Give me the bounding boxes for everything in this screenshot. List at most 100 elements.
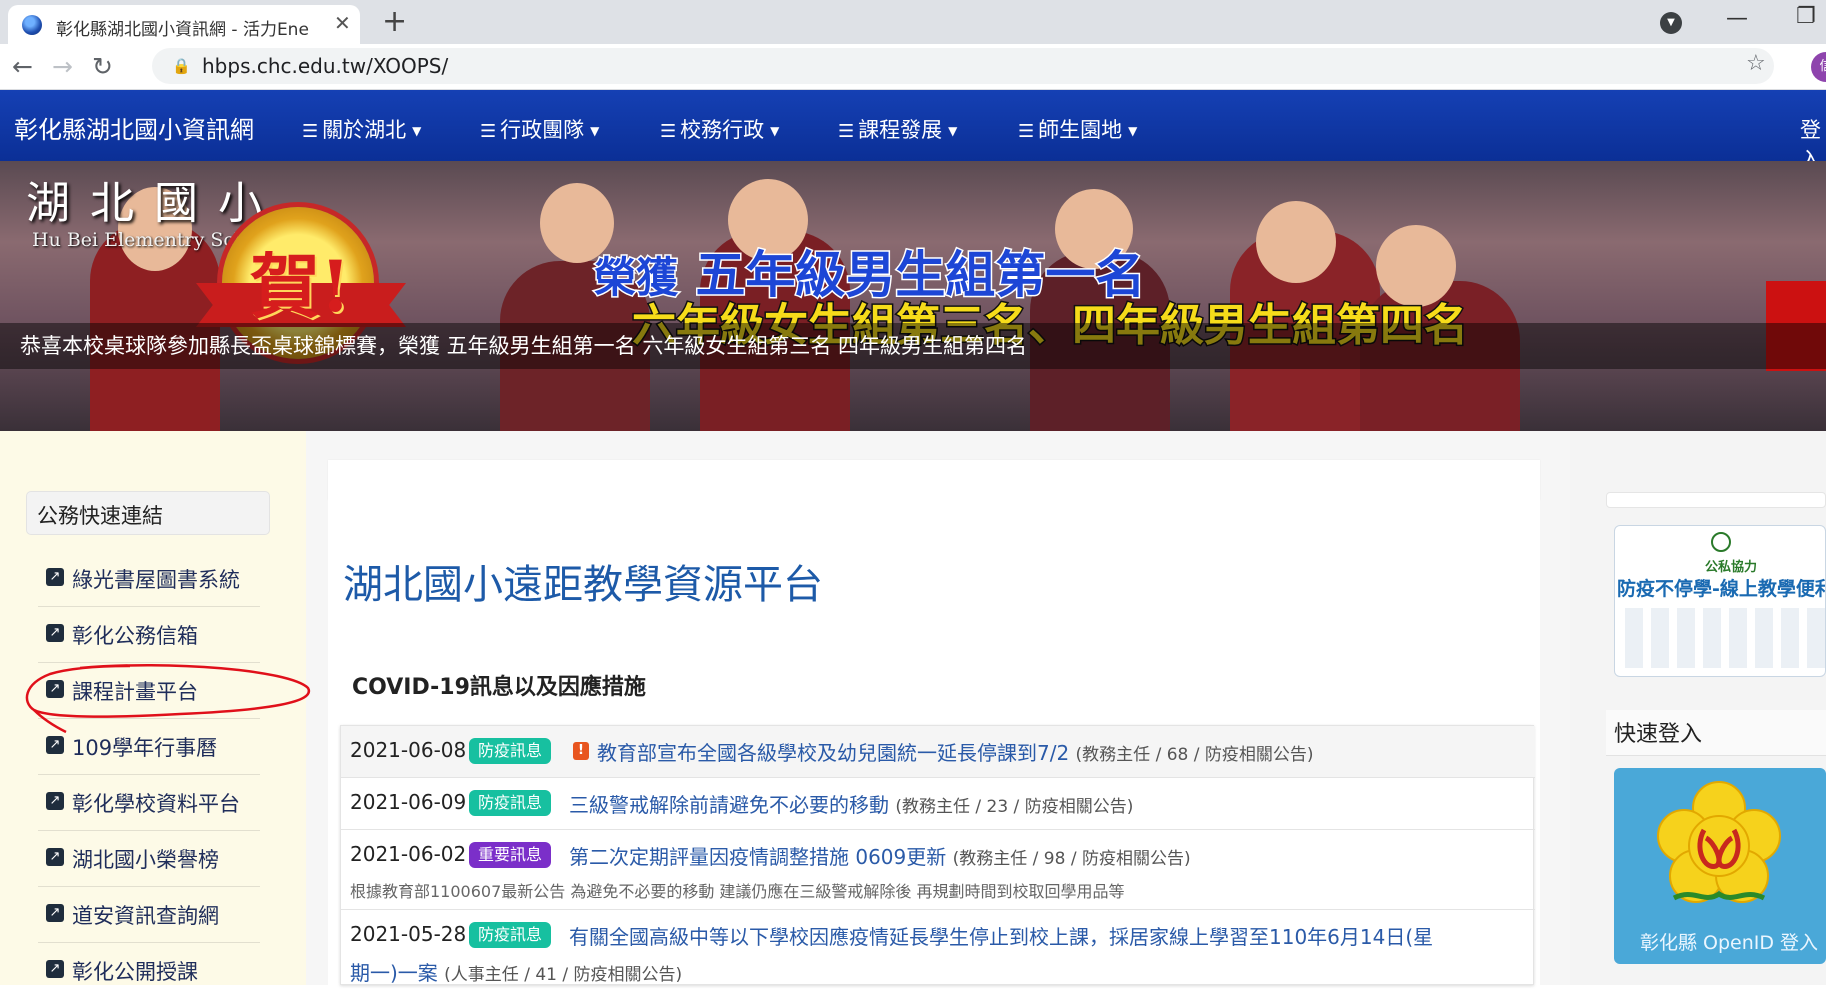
banner-caption: 恭喜本校桌球隊參加縣長盃桌球錦標賽，榮獲 五年級男生組第一名 六年級女生組第三名… xyxy=(20,334,1028,358)
online-teaching-promo[interactable]: 公私協力 防疫不停學-線上教學便利包 xyxy=(1614,525,1826,677)
news-date: 2021-06-09 xyxy=(350,790,467,814)
caret-down-icon: ▼ xyxy=(770,124,780,138)
external-link-icon: ↗ xyxy=(46,792,64,810)
quick-link-mailbox[interactable]: ↗ 彰化公務信箱 xyxy=(38,607,260,663)
menu-about[interactable]: ☰ 關於湖北 ▼ xyxy=(302,114,421,144)
menu-hamburger-icon: ☰ xyxy=(1018,121,1035,142)
promo-title: 防疫不停學-線上教學便利包 xyxy=(1617,578,1825,600)
caret-down-icon: ▼ xyxy=(412,124,422,138)
quick-link-label: 彰化公務信箱 xyxy=(72,624,198,648)
external-link-icon: ↗ xyxy=(46,904,64,922)
menu-label: 行政團隊 xyxy=(500,118,585,142)
news-row[interactable]: 2021-06-02 重要訊息 第二次定期評量因疫情調整措施 0609更新 (教… xyxy=(341,830,1535,910)
browser-tab[interactable]: 彰化縣湖北國小資訊網 - 活力Ene ✕ xyxy=(8,5,360,44)
news-title: 教育部宣布全國各級學校及幼兒園統一延長停課到7/2 xyxy=(597,741,1070,765)
plum-blossom-logo-icon xyxy=(1657,781,1781,903)
government-seal-icon xyxy=(1711,532,1731,552)
category-badge: 重要訊息 xyxy=(469,842,552,868)
promo-subtitle: 公私協力 xyxy=(1705,560,1758,575)
quick-link-label: 109學年行事曆 xyxy=(72,736,218,760)
news-list: 2021-06-08 防疫訊息 ! 教育部宣布全國各級學校及幼兒園統一延長停課到… xyxy=(340,725,1535,986)
tab-search-icon[interactable]: ▼ xyxy=(1660,12,1682,34)
news-title-continued[interactable]: 期一)一案 (人事主任 / 41 / 防疫相關公告) xyxy=(350,957,682,986)
quick-link-road-safety[interactable]: ↗ 道安資訊查詢網 xyxy=(38,887,260,943)
external-link-icon: ↗ xyxy=(46,848,64,866)
menu-label: 課程發展 xyxy=(858,118,943,142)
external-link-icon: ↗ xyxy=(46,960,64,978)
site-brand[interactable]: 彰化縣湖北國小資訊網 xyxy=(14,110,254,145)
section-title: COVID-19訊息以及因應措施 xyxy=(352,675,646,700)
seal-text: 賀! xyxy=(250,245,351,328)
quick-links-title: 公務快速連結 xyxy=(26,491,270,535)
url-text: hbps.chc.edu.tw/XOOPS/ xyxy=(202,54,449,78)
news-row[interactable]: 2021-06-08 防疫訊息 ! 教育部宣布全國各級學校及幼兒園統一延長停課到… xyxy=(341,726,1535,778)
partner-logos xyxy=(1625,608,1825,668)
quick-link-school-data[interactable]: ↗ 彰化學校資料平台 xyxy=(38,775,260,831)
page-title: 湖北國小遠距教學資源平台 xyxy=(343,562,823,608)
menu-label: 校務行政 xyxy=(680,118,765,142)
reload-icon[interactable]: ↻ xyxy=(92,52,113,81)
right-card-header xyxy=(1606,492,1826,508)
site-navbar: 彰化縣湖北國小資訊網 ☰ 關於湖北 ▼ ☰ 行政團隊 ▼ ☰ 校務行政 ▼ ☰ 課程發展 ▼ ☰… xyxy=(0,90,1826,172)
category-badge: 防疫訊息 xyxy=(469,790,552,816)
openid-login-button[interactable]: 彰化縣 OpenID 登入 xyxy=(1614,768,1826,964)
news-title: 期一)一案 xyxy=(350,961,438,985)
banner-school-name: 湖北國小 xyxy=(26,178,282,229)
banner-student-face xyxy=(1256,201,1336,283)
menu-campus[interactable]: ☰ 師生園地 ▼ xyxy=(1018,114,1137,144)
address-bar[interactable]: 🔒 hbps.chc.edu.tw/XOOPS/ ☆ xyxy=(152,48,1774,84)
news-date: 2021-06-08 xyxy=(350,738,467,762)
news-title: 三級警戒解除前請避免不必要的移動 xyxy=(569,793,889,817)
menu-hamburger-icon: ☰ xyxy=(838,121,855,142)
quick-link-honor-roll[interactable]: ↗ 湖北國小榮譽榜 xyxy=(38,831,260,887)
news-title-link[interactable]: 有關全國高級中等以下學校因應疫情延長學生停止到校上課，採居家線上學習至110年6… xyxy=(569,921,1433,950)
content-card-header xyxy=(328,460,1540,500)
external-link-icon: ↗ xyxy=(46,568,64,586)
news-title: 第二次定期評量因疫情調整措施 0609更新 xyxy=(569,845,947,869)
news-row[interactable]: 2021-06-09 防疫訊息 三級警戒解除前請避免不必要的移動 (教務主任 /… xyxy=(341,778,1535,830)
category-badge: 防疫訊息 xyxy=(469,738,552,764)
external-link-icon: ↗ xyxy=(46,736,64,754)
menu-hamburger-icon: ☰ xyxy=(302,121,319,142)
news-meta: (教務主任 / 98 / 防疫相關公告) xyxy=(952,849,1191,869)
news-date: 2021-05-28 xyxy=(350,922,467,946)
bookmark-star-icon[interactable]: ☆ xyxy=(1746,51,1766,76)
category-badge: 防疫訊息 xyxy=(469,922,552,948)
quick-link-label: 彰化學校資料平台 xyxy=(72,792,240,816)
menu-curriculum[interactable]: ☰ 課程發展 ▼ xyxy=(838,114,957,144)
tab-close-icon[interactable]: ✕ xyxy=(334,11,351,35)
news-summary: 根據教育部1100607最新公告 為避免不必要的移動 建議仍應在三級警戒解除後 … xyxy=(350,882,1125,901)
news-title-link[interactable]: 教育部宣布全國各級學校及幼兒園統一延長停課到7/2 (教務主任 / 68 / 防… xyxy=(597,737,1314,766)
caret-down-icon: ▼ xyxy=(1128,124,1138,138)
news-title-link[interactable]: 三級警戒解除前請避免不必要的移動 (教務主任 / 23 / 防疫相關公告) xyxy=(569,789,1133,818)
menu-hamburger-icon: ☰ xyxy=(480,121,497,142)
external-link-icon: ↗ xyxy=(46,624,64,642)
red-circle-annotation xyxy=(25,663,311,734)
news-title-link[interactable]: 第二次定期評量因疫情調整措施 0609更新 (教務主任 / 98 / 防疫相關公… xyxy=(569,841,1191,870)
quick-link-label: 綠光書屋圖書系統 xyxy=(72,568,240,592)
news-row[interactable]: 2021-05-28 防疫訊息 有關全國高級中等以下學校因應疫情延長學生停止到校… xyxy=(341,910,1535,986)
browser-toolbar: ← → ↻ 🔒 hbps.chc.edu.tw/XOOPS/ ☆ 信 xyxy=(0,44,1826,90)
window-restore-icon[interactable]: ❐ xyxy=(1796,4,1816,29)
menu-school-affairs[interactable]: ☰ 校務行政 ▼ xyxy=(660,114,779,144)
important-alert-icon: ! xyxy=(573,742,589,760)
back-arrow-icon[interactable]: ← xyxy=(12,52,33,81)
quick-login-title: 快速登入 xyxy=(1606,710,1826,756)
menu-admin-team[interactable]: ☰ 行政團隊 ▼ xyxy=(480,114,599,144)
site-favicon-icon xyxy=(22,15,42,35)
menu-label: 師生園地 xyxy=(1038,118,1123,142)
hero-banner[interactable]: 湖北國小 Hu Bei Elementry School 賀! 榮獲 五年級男生… xyxy=(0,161,1826,431)
browser-tab-bar: 彰化縣湖北國小資訊網 - 活力Ene ✕ + ▼ — ❐ xyxy=(0,0,1826,44)
quick-link-label: 彰化公開授課 xyxy=(72,960,198,984)
caret-down-icon: ▼ xyxy=(590,124,600,138)
quick-link-open-class[interactable]: ↗ 彰化公開授課 xyxy=(38,943,260,999)
new-tab-button[interactable]: + xyxy=(382,5,407,39)
news-meta: (人事主任 / 41 / 防疫相關公告) xyxy=(444,965,683,985)
forward-arrow-icon[interactable]: → xyxy=(52,52,73,81)
menu-label: 關於湖北 xyxy=(322,118,407,142)
lock-icon: 🔒 xyxy=(172,57,191,75)
quick-link-library[interactable]: ↗ 綠光書屋圖書系統 xyxy=(38,551,260,607)
news-date: 2021-06-02 xyxy=(350,842,467,866)
profile-avatar[interactable]: 信 xyxy=(1811,52,1826,82)
window-minimize-icon[interactable]: — xyxy=(1726,6,1748,31)
